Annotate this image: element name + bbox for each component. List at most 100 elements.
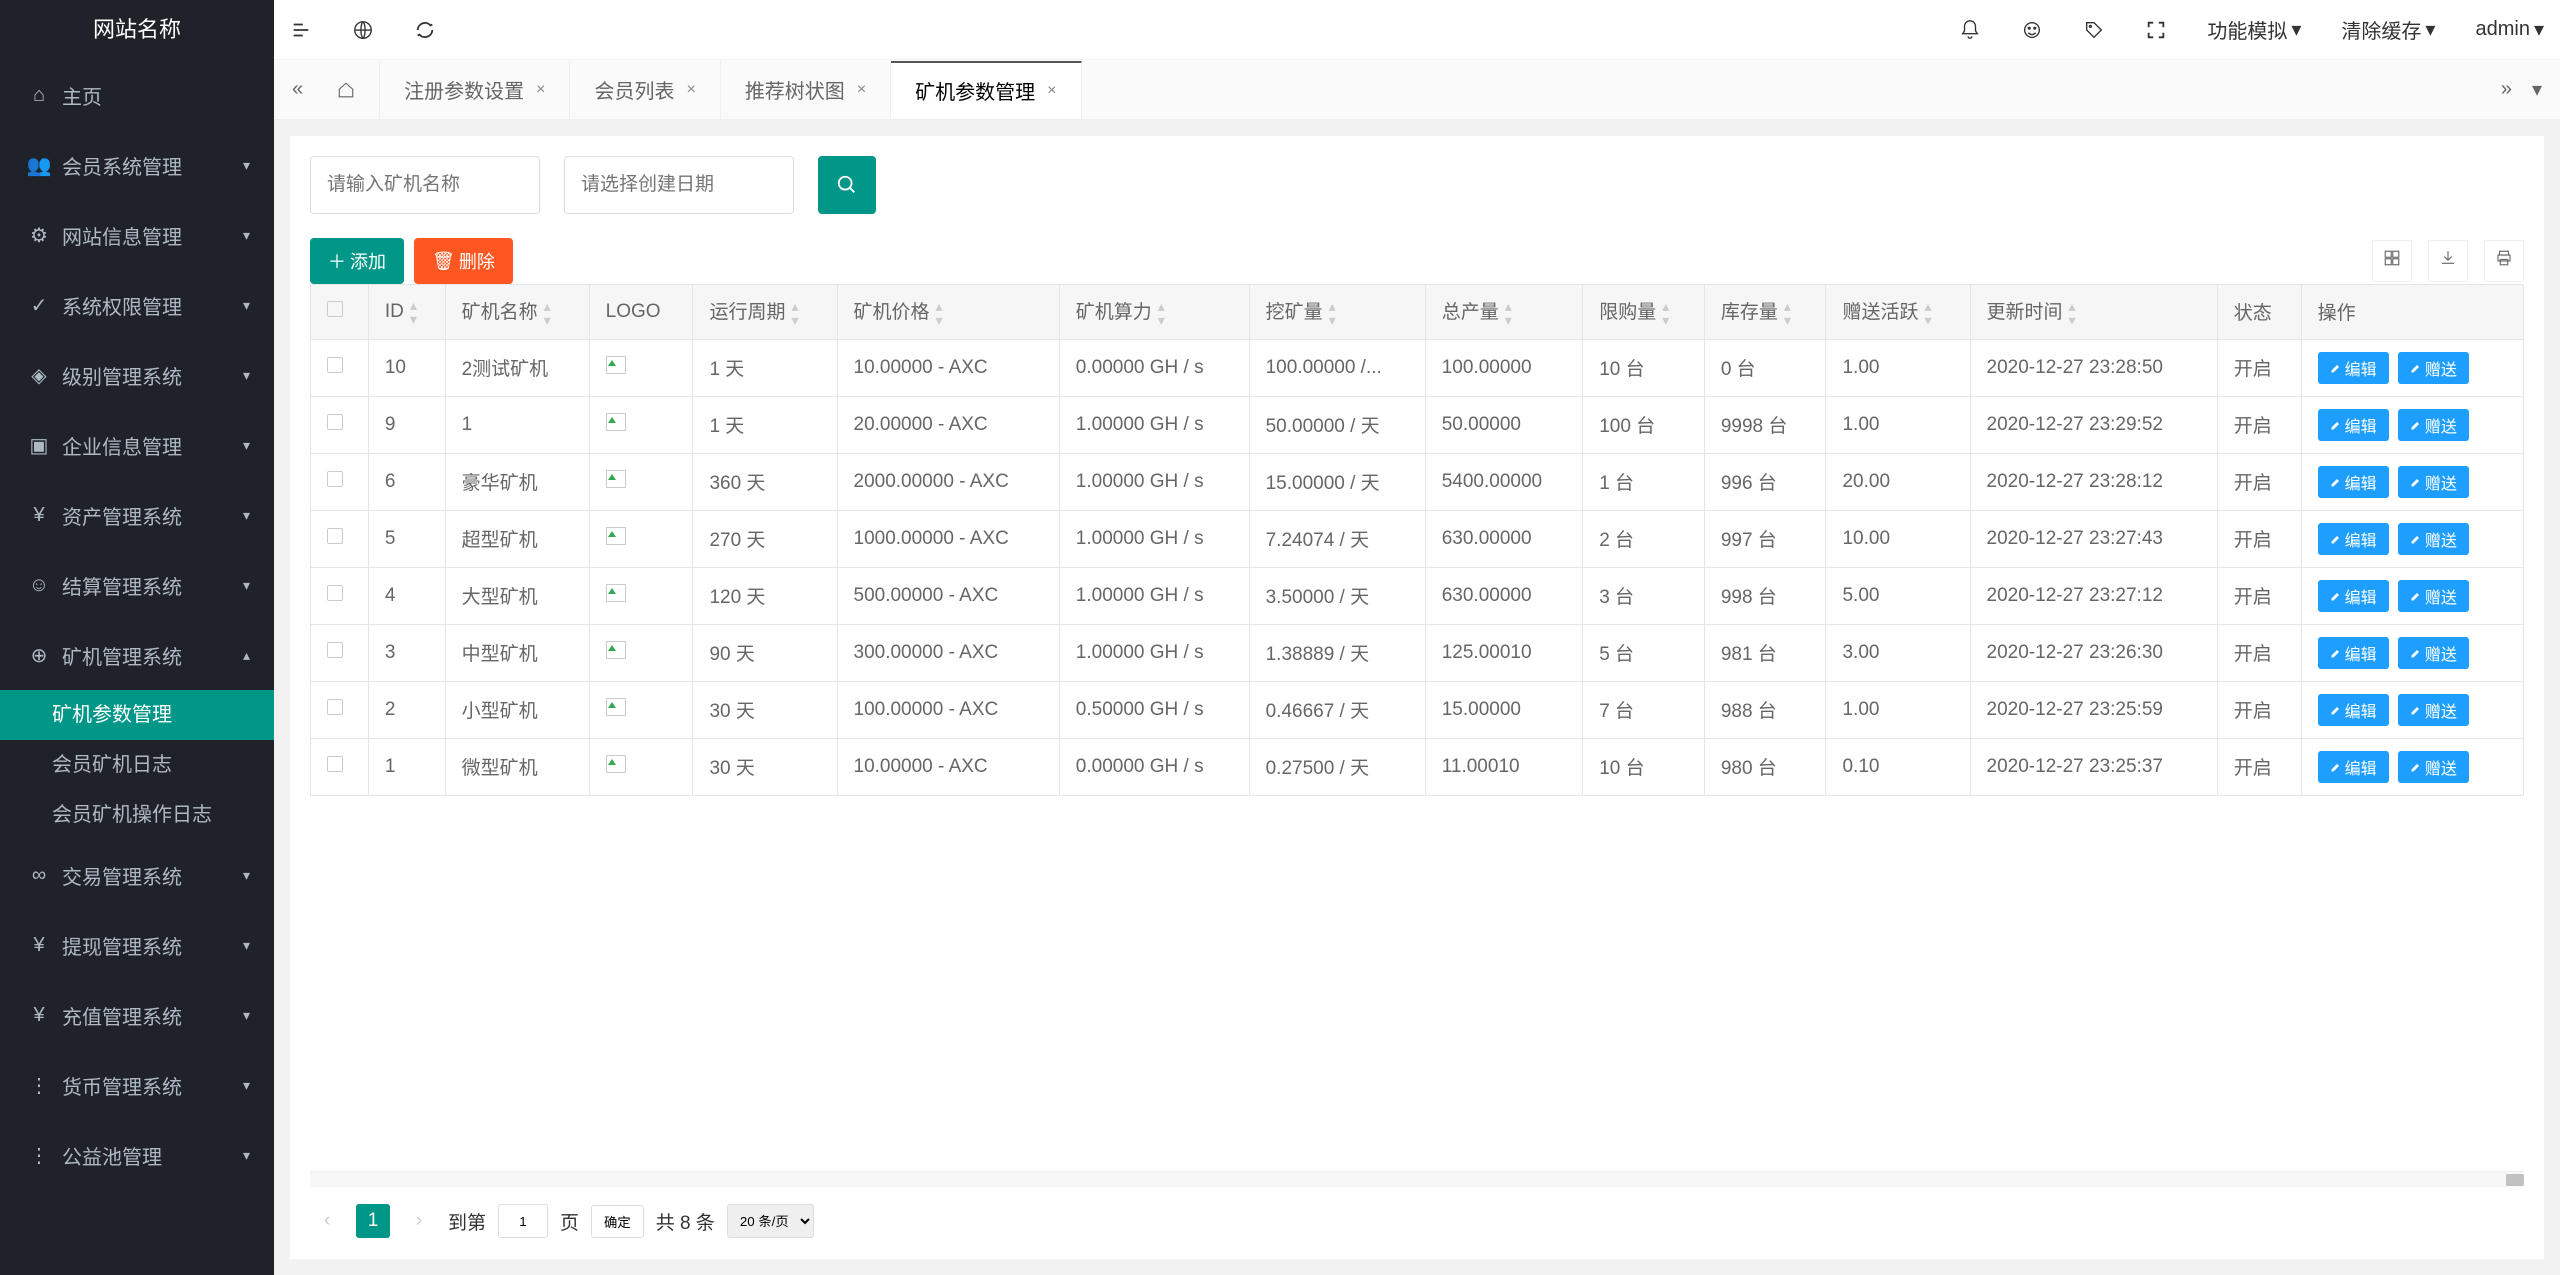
tab[interactable]: 会员列表× bbox=[570, 61, 720, 119]
edit-button[interactable]: 编辑 bbox=[2318, 523, 2389, 555]
row-checkbox[interactable] bbox=[327, 357, 343, 373]
bell-icon[interactable] bbox=[1959, 19, 1981, 41]
send-button[interactable]: 赠送 bbox=[2398, 694, 2469, 726]
delete-button[interactable]: 🗑删除 bbox=[414, 238, 513, 284]
sort-icon[interactable]: ▴▾ bbox=[410, 298, 417, 326]
tab[interactable]: 矿机参数管理× bbox=[891, 61, 1081, 119]
menu-toggle-icon[interactable] bbox=[290, 19, 312, 41]
sidebar-subitem[interactable]: 矿机参数管理 bbox=[0, 690, 274, 740]
close-icon[interactable]: × bbox=[536, 81, 545, 99]
pager-prev[interactable]: ‹ bbox=[310, 1204, 344, 1238]
pager-per-page[interactable]: 20 条/页 bbox=[727, 1204, 814, 1238]
send-button[interactable]: 赠送 bbox=[2398, 523, 2469, 555]
add-button[interactable]: ＋添加 bbox=[310, 238, 404, 284]
refresh-icon[interactable] bbox=[414, 19, 436, 41]
horizontal-scrollbar[interactable] bbox=[310, 1171, 2524, 1187]
select-all-checkbox[interactable] bbox=[327, 301, 343, 317]
column-header[interactable]: 状态 bbox=[2217, 285, 2301, 340]
edit-button[interactable]: 编辑 bbox=[2318, 409, 2389, 441]
row-checkbox[interactable] bbox=[327, 414, 343, 430]
sort-icon[interactable]: ▴▾ bbox=[1329, 299, 1336, 327]
row-checkbox[interactable] bbox=[327, 642, 343, 658]
edit-button[interactable]: 编辑 bbox=[2318, 637, 2389, 669]
close-icon[interactable]: × bbox=[1047, 82, 1056, 100]
tabs-scroll-left[interactable]: « bbox=[282, 78, 313, 101]
sidebar-item[interactable]: ¥提现管理系统▾ bbox=[0, 910, 274, 980]
tab[interactable]: 推荐树状图× bbox=[721, 61, 891, 119]
sidebar-item[interactable]: ⊕矿机管理系统▴ bbox=[0, 620, 274, 690]
sidebar-subitem[interactable]: 会员矿机日志 bbox=[0, 740, 274, 790]
sort-icon[interactable]: ▴▾ bbox=[544, 299, 551, 327]
send-button[interactable]: 赠送 bbox=[2398, 580, 2469, 612]
column-header[interactable]: 矿机价格▴▾ bbox=[837, 285, 1059, 340]
date-input[interactable] bbox=[564, 156, 794, 214]
columns-icon[interactable] bbox=[2372, 240, 2412, 282]
sidebar-subitem[interactable]: 会员矿机操作日志 bbox=[0, 790, 274, 840]
tabs-menu[interactable]: ▾ bbox=[2522, 77, 2552, 102]
tab[interactable]: 注册参数设置× bbox=[380, 61, 570, 119]
column-header[interactable]: LOGO bbox=[589, 285, 693, 340]
send-button[interactable]: 赠送 bbox=[2398, 751, 2469, 783]
edit-button[interactable]: 编辑 bbox=[2318, 751, 2389, 783]
column-header[interactable]: 运行周期▴▾ bbox=[693, 285, 837, 340]
export-icon[interactable] bbox=[2428, 240, 2468, 282]
sidebar-item[interactable]: ⋮货币管理系统▾ bbox=[0, 1050, 274, 1120]
column-header[interactable]: 赠送活跃▴▾ bbox=[1826, 285, 1970, 340]
row-checkbox[interactable] bbox=[327, 585, 343, 601]
column-header[interactable]: 总产量▴▾ bbox=[1425, 285, 1582, 340]
row-checkbox[interactable] bbox=[327, 756, 343, 772]
sort-icon[interactable]: ▴▾ bbox=[1505, 299, 1512, 327]
pager-page-input[interactable] bbox=[498, 1204, 548, 1238]
name-input[interactable] bbox=[310, 156, 540, 214]
tabs-scroll-right[interactable]: » bbox=[2491, 78, 2522, 101]
edit-button[interactable]: 编辑 bbox=[2318, 580, 2389, 612]
sidebar-item[interactable]: 👥会员系统管理▾ bbox=[0, 130, 274, 200]
sidebar-item[interactable]: ▣企业信息管理▾ bbox=[0, 410, 274, 480]
sidebar-item[interactable]: ¥充值管理系统▾ bbox=[0, 980, 274, 1050]
tag-icon[interactable] bbox=[2083, 19, 2105, 41]
column-header[interactable]: 库存量▴▾ bbox=[1704, 285, 1826, 340]
sort-icon[interactable]: ▴▾ bbox=[1924, 299, 1931, 327]
send-button[interactable]: 赠送 bbox=[2398, 637, 2469, 669]
column-header[interactable]: ID▴▾ bbox=[368, 285, 445, 340]
sort-icon[interactable]: ▴▾ bbox=[1784, 299, 1791, 327]
tab-home[interactable] bbox=[313, 61, 380, 119]
column-header[interactable]: 矿机算力▴▾ bbox=[1059, 285, 1249, 340]
header-user[interactable]: admin ▾ bbox=[2475, 17, 2544, 42]
sidebar-item[interactable]: ◈级别管理系统▾ bbox=[0, 340, 274, 410]
row-checkbox[interactable] bbox=[327, 528, 343, 544]
sidebar-item[interactable]: ⌂主页 bbox=[0, 60, 274, 130]
sort-icon[interactable]: ▴▾ bbox=[1662, 299, 1669, 327]
pager-page-1[interactable]: 1 bbox=[356, 1204, 390, 1238]
column-header[interactable]: 更新时间▴▾ bbox=[1970, 285, 2217, 340]
globe-icon[interactable] bbox=[352, 19, 374, 41]
edit-button[interactable]: 编辑 bbox=[2318, 352, 2389, 384]
search-button[interactable] bbox=[818, 156, 876, 214]
pager-go-button[interactable]: 确定 bbox=[591, 1205, 644, 1238]
column-header[interactable]: 矿机名称▴▾ bbox=[445, 285, 589, 340]
column-header[interactable]: 限购量▴▾ bbox=[1583, 285, 1705, 340]
close-icon[interactable]: × bbox=[686, 81, 695, 99]
print-icon[interactable] bbox=[2484, 240, 2524, 282]
close-icon[interactable]: × bbox=[857, 81, 866, 99]
row-checkbox[interactable] bbox=[327, 471, 343, 487]
theme-icon[interactable] bbox=[2021, 19, 2043, 41]
edit-button[interactable]: 编辑 bbox=[2318, 694, 2389, 726]
column-header[interactable]: 挖矿量▴▾ bbox=[1249, 285, 1425, 340]
sort-icon[interactable]: ▴▾ bbox=[936, 299, 943, 327]
sort-icon[interactable]: ▴▾ bbox=[791, 299, 798, 327]
pager-next[interactable]: › bbox=[402, 1204, 436, 1238]
send-button[interactable]: 赠送 bbox=[2398, 409, 2469, 441]
send-button[interactable]: 赠送 bbox=[2398, 352, 2469, 384]
sidebar-item[interactable]: ∞交易管理系统▾ bbox=[0, 840, 274, 910]
sidebar-item[interactable]: ⚙网站信息管理▾ bbox=[0, 200, 274, 270]
row-checkbox[interactable] bbox=[327, 699, 343, 715]
sidebar-item[interactable]: ✓系统权限管理▾ bbox=[0, 270, 274, 340]
sort-icon[interactable]: ▴▾ bbox=[2069, 299, 2076, 327]
header-clear-cache[interactable]: 清除缓存 ▾ bbox=[2341, 15, 2435, 44]
edit-button[interactable]: 编辑 bbox=[2318, 466, 2389, 498]
send-button[interactable]: 赠送 bbox=[2398, 466, 2469, 498]
sidebar-item[interactable]: ☺结算管理系统▾ bbox=[0, 550, 274, 620]
sort-icon[interactable]: ▴▾ bbox=[1158, 299, 1165, 327]
header-simulate[interactable]: 功能模拟 ▾ bbox=[2207, 15, 2301, 44]
